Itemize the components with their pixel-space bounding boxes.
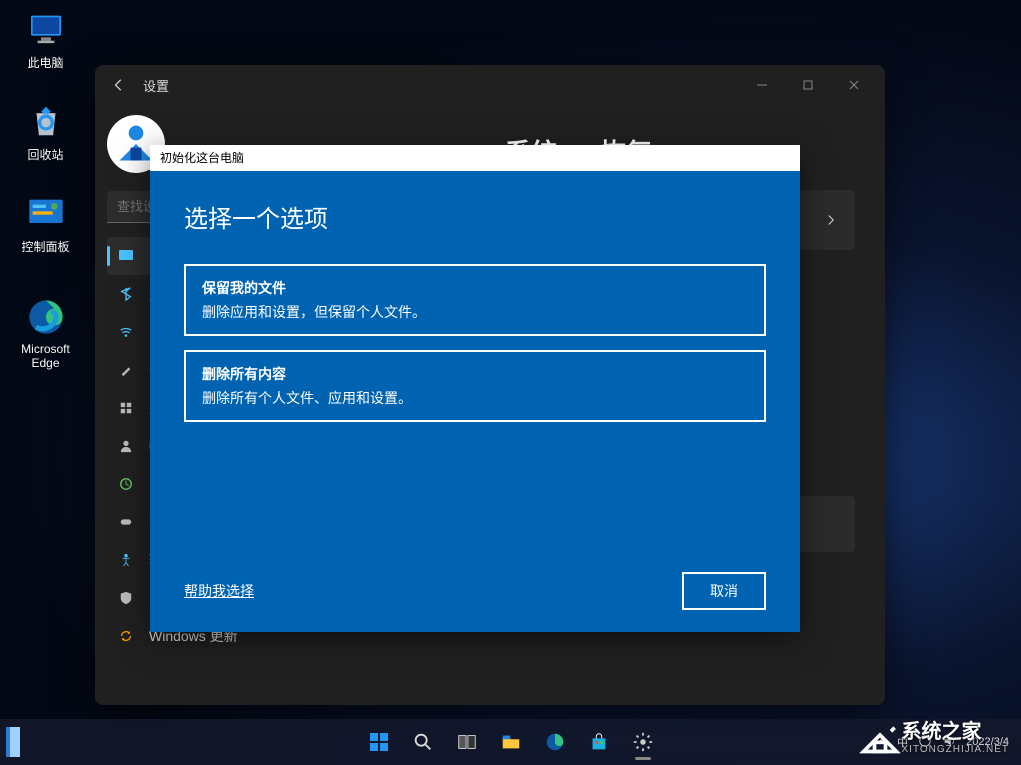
dialog-heading: 选择一个选项 <box>184 199 766 234</box>
back-button[interactable] <box>103 69 135 101</box>
bluetooth-icon <box>117 285 135 303</box>
update-icon <box>117 627 135 645</box>
store-button[interactable] <box>579 722 619 762</box>
wifi-icon <box>117 323 135 341</box>
start-button[interactable] <box>359 722 399 762</box>
option-desc: 删除应用和设置，但保留个人文件。 <box>202 302 748 322</box>
desktop-icon-control-panel[interactable]: 控制面板 <box>8 192 83 255</box>
option-title: 删除所有内容 <box>202 364 748 384</box>
option-title: 保留我的文件 <box>202 278 748 298</box>
display-icon <box>117 247 135 265</box>
control-panel-icon <box>25 192 67 234</box>
desktop-icon-label: 此电脑 <box>8 54 83 71</box>
watermark-brand: 系统之家 <box>902 721 982 743</box>
dialog-titlebar: 初始化这台电脑 <box>150 145 800 171</box>
clock-icon <box>117 475 135 493</box>
titlebar: 设置 <box>95 65 885 105</box>
shield-icon <box>117 589 135 607</box>
desktop-icon-label: 回收站 <box>8 146 83 163</box>
desktop-icon-this-pc[interactable]: 此电脑 <box>8 8 83 71</box>
house-icon <box>858 713 902 757</box>
task-view-button[interactable] <box>447 722 487 762</box>
settings-taskbar-button[interactable] <box>623 722 663 762</box>
option-keep-files[interactable]: 保留我的文件 删除应用和设置，但保留个人文件。 <box>184 264 766 336</box>
option-remove-everything[interactable]: 删除所有内容 删除所有个人文件、应用和设置。 <box>184 350 766 422</box>
desktop-icon-recycle-bin[interactable]: 回收站 <box>8 100 83 163</box>
gamepad-icon <box>117 513 135 531</box>
explorer-button[interactable] <box>491 722 531 762</box>
help-link[interactable]: 帮助我选择 <box>184 581 254 601</box>
option-desc: 删除所有个人文件、应用和设置。 <box>202 388 748 408</box>
cancel-button[interactable]: 取消 <box>682 572 766 610</box>
desktop-icon-edge[interactable]: Microsoft Edge <box>8 296 83 370</box>
search-button[interactable] <box>403 722 443 762</box>
edge-taskbar-button[interactable] <box>535 722 575 762</box>
maximize-button[interactable] <box>785 69 831 101</box>
desktop-icon-label: Microsoft Edge <box>8 342 83 370</box>
desktop-icon-label: 控制面板 <box>8 238 83 255</box>
watermark-sub: XITONGZHIJIA.NET <box>902 744 1010 755</box>
edge-icon <box>25 296 67 338</box>
window-title: 设置 <box>143 76 169 95</box>
apps-icon <box>117 399 135 417</box>
recycle-bin-icon <box>25 100 67 142</box>
brush-icon <box>117 361 135 379</box>
accessibility-icon <box>117 551 135 569</box>
watermark: 系统之家 XITONGZHIJIA.NET <box>858 713 1010 757</box>
minimize-button[interactable] <box>739 69 785 101</box>
widgets-button[interactable] <box>6 727 20 757</box>
person-icon <box>117 437 135 455</box>
reset-pc-dialog: 初始化这台电脑 选择一个选项 保留我的文件 删除应用和设置，但保留个人文件。 删… <box>150 145 800 632</box>
chevron-right-icon <box>825 214 837 226</box>
monitor-icon <box>25 8 67 50</box>
close-button[interactable] <box>831 69 877 101</box>
